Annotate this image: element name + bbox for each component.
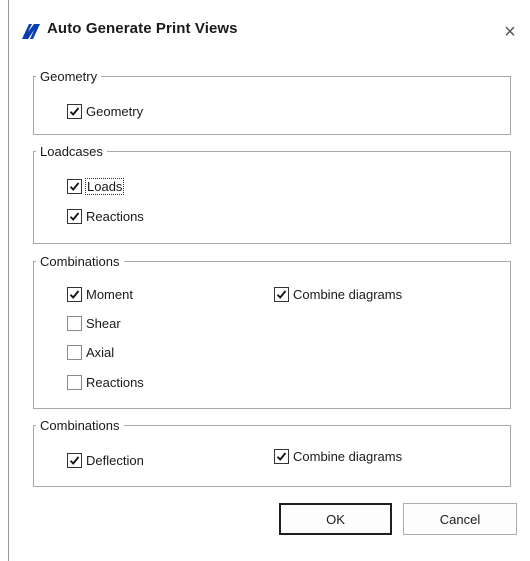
combination-reactions-checkbox[interactable]: Reactions (67, 373, 144, 391)
loadcases-group-legend: Loadcases (40, 144, 103, 159)
cancel-button[interactable]: Cancel (403, 503, 517, 535)
loads-checkbox[interactable]: Loads (67, 177, 125, 195)
title-bar: Auto Generate Print Views × (9, 0, 530, 58)
checkbox-checked-icon (274, 448, 289, 464)
ok-button[interactable]: OK (279, 503, 392, 535)
cancel-button-label: Cancel (439, 511, 481, 527)
close-icon: × (504, 21, 516, 43)
deflection-checkbox-label: Deflection (86, 452, 144, 468)
app-logo-icon (22, 24, 40, 39)
close-button[interactable]: × (498, 20, 522, 44)
axial-checkbox[interactable]: Axial (67, 343, 114, 361)
loadcase-reactions-checkbox-label: Reactions (86, 208, 144, 224)
checkbox-unchecked-icon (67, 315, 82, 331)
shear-checkbox[interactable]: Shear (67, 314, 121, 332)
geometry-group-legend: Geometry (40, 69, 98, 84)
ok-button-label: OK (326, 511, 345, 527)
moment-checkbox[interactable]: Moment (67, 285, 133, 303)
checkbox-checked-icon (67, 208, 82, 224)
axial-checkbox-label: Axial (86, 344, 115, 360)
checkbox-unchecked-icon (67, 374, 82, 390)
combinations-deflection-group-legend: Combinations (40, 418, 120, 433)
combine-diagrams-deflection-checkbox[interactable]: Combine diagrams (274, 447, 402, 465)
loads-checkbox-label: Loads (84, 177, 125, 195)
checkbox-checked-icon (67, 286, 82, 302)
geometry-checkbox[interactable]: Geometry (67, 102, 143, 120)
combinations-forces-group-legend: Combinations (40, 254, 120, 269)
combination-reactions-checkbox-label: Reactions (86, 374, 144, 390)
combine-diagrams-deflection-label: Combine diagrams (293, 448, 403, 464)
dialog-title: Auto Generate Print Views (47, 20, 238, 37)
deflection-checkbox[interactable]: Deflection (67, 451, 144, 469)
combine-diagrams-forces-checkbox[interactable]: Combine diagrams (274, 285, 402, 303)
checkbox-checked-icon (67, 452, 82, 468)
loadcase-reactions-checkbox[interactable]: Reactions (67, 207, 144, 225)
checkbox-unchecked-icon (67, 344, 82, 360)
moment-checkbox-label: Moment (86, 286, 133, 302)
checkbox-checked-icon (67, 103, 82, 119)
auto-generate-print-views-dialog: Auto Generate Print Views × Geometry Geo… (8, 0, 530, 561)
checkbox-checked-icon (274, 286, 289, 302)
shear-checkbox-label: Shear (86, 315, 121, 331)
geometry-checkbox-label: Geometry (86, 103, 144, 119)
combine-diagrams-forces-label: Combine diagrams (293, 286, 403, 302)
checkbox-checked-icon (67, 178, 82, 194)
